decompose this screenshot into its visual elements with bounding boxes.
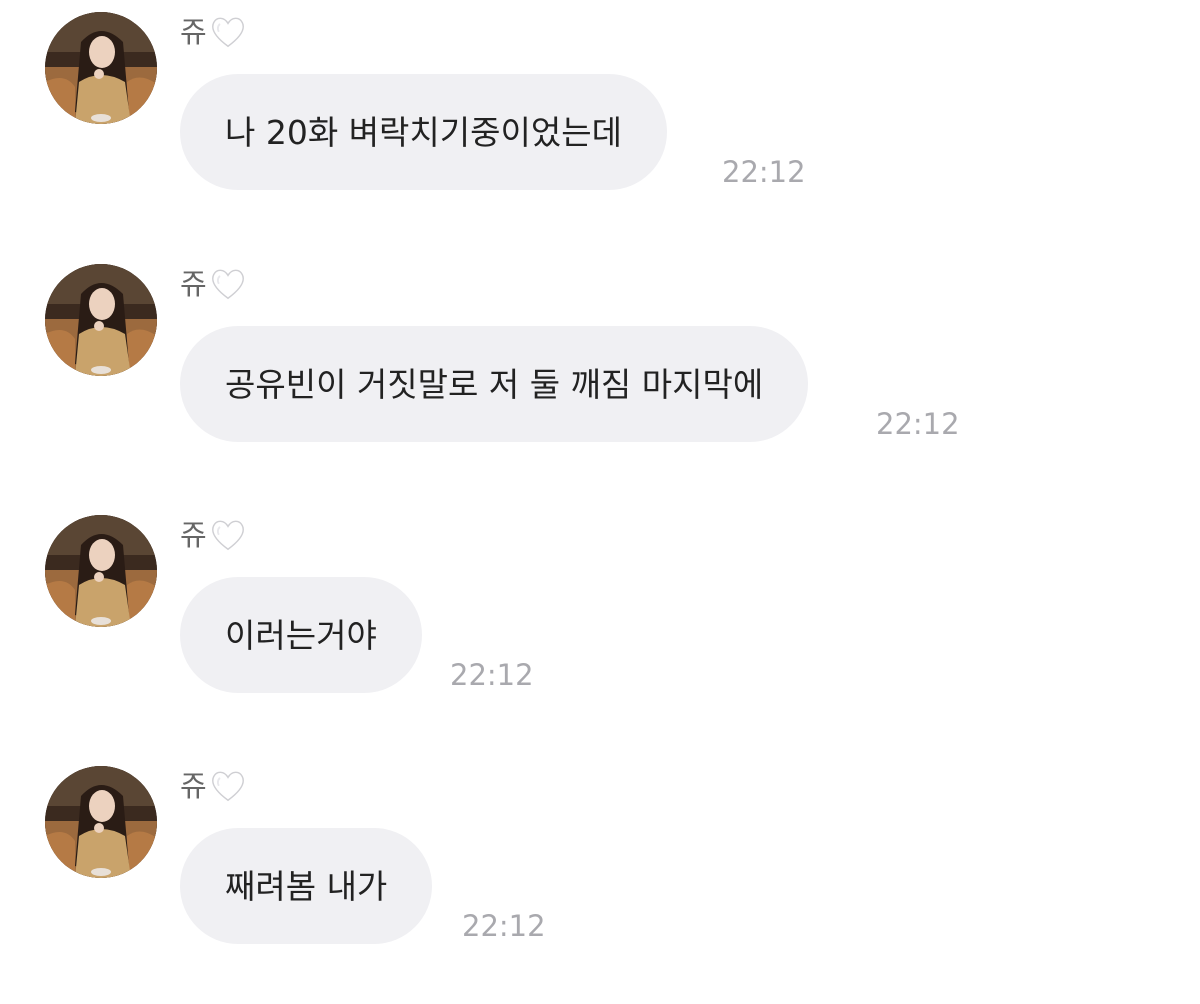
message-row: 쥬 이러는거야 22:12	[0, 503, 1200, 703]
message-text: 공유빈이 거짓말로 저 둘 깨짐 마지막에	[225, 364, 764, 404]
message-timestamp: 22:12	[450, 658, 534, 692]
avatar[interactable]	[45, 12, 157, 124]
message-bubble[interactable]: 공유빈이 거짓말로 저 둘 깨짐 마지막에	[180, 326, 809, 442]
sender-header: 쥬	[180, 513, 247, 557]
message-row: 쥬 공유빈이 거짓말로 저 둘 깨짐 마지막에 22:12	[0, 252, 1200, 452]
white-heart-icon	[211, 771, 244, 802]
message-timestamp: 22:12	[876, 407, 960, 441]
avatar[interactable]	[45, 766, 157, 878]
sender-header: 쥬	[180, 764, 247, 808]
message-text: 째려봄 내가	[225, 866, 388, 906]
message-text: 나 20화 벼락치기중이었는데	[225, 112, 622, 152]
white-heart-icon	[211, 17, 244, 48]
message-bubble[interactable]: 나 20화 벼락치기중이었는데	[180, 74, 667, 190]
message-bubble[interactable]: 이러는거야	[180, 577, 422, 693]
message-text: 이러는거야	[225, 615, 377, 655]
sender-name: 쥬	[180, 769, 207, 803]
message-row: 쥬 째려봄 내가 22:12	[0, 754, 1200, 954]
sender-name: 쥬	[180, 15, 207, 49]
message-row: 쥬 나 20화 벼락치기중이었는데 22:12	[0, 0, 1200, 200]
white-heart-icon	[211, 269, 244, 300]
avatar[interactable]	[45, 515, 157, 627]
sender-name: 쥬	[180, 267, 207, 301]
sender-header: 쥬	[180, 262, 247, 306]
sender-name: 쥬	[180, 518, 207, 552]
message-timestamp: 22:12	[462, 909, 546, 943]
message-timestamp: 22:12	[722, 155, 806, 189]
message-bubble[interactable]: 째려봄 내가	[180, 828, 433, 944]
sender-header: 쥬	[180, 10, 247, 54]
white-heart-icon	[211, 520, 244, 551]
avatar[interactable]	[45, 264, 157, 376]
